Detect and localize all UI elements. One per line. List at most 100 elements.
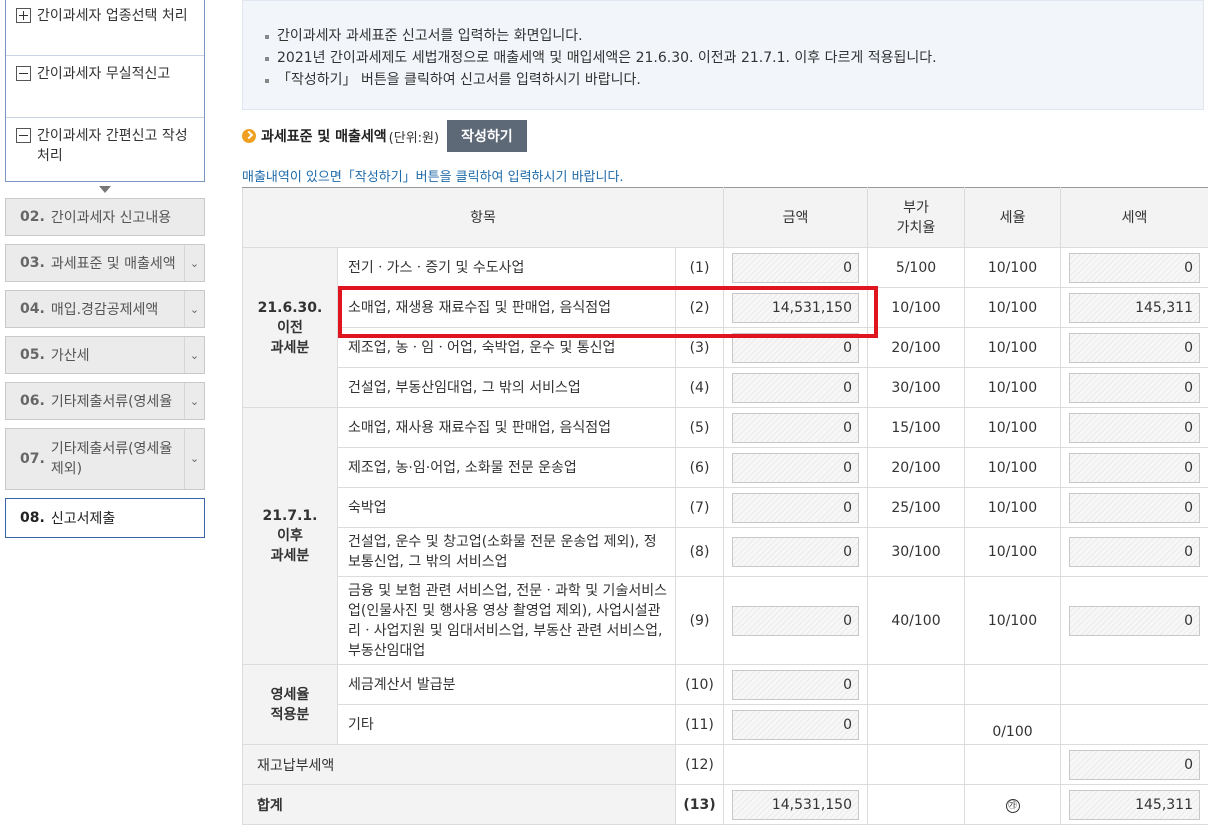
- sub-item-label: 간이과세자 무실적신고: [37, 66, 171, 82]
- row-number: (4): [675, 367, 724, 408]
- amount-input[interactable]: 0: [732, 709, 859, 740]
- table-row: 제조업, 농·임·어업, 소화물 전문 운송업 (6) 0 20/100 10/…: [243, 447, 1208, 488]
- row-number: (12): [675, 744, 724, 785]
- row-number: (10): [675, 664, 724, 705]
- inventory-row: 재고납부세액 (12) 0: [242, 744, 1208, 785]
- vat-rate: 5/100: [867, 247, 965, 288]
- step-04[interactable]: 04. 매입.경감공제세액 ⌄: [5, 290, 205, 328]
- step-number: 06.: [20, 393, 45, 409]
- vat-rate: 30/100: [867, 527, 965, 577]
- row-number: (9): [675, 576, 724, 665]
- tax-rate: 10/100: [964, 327, 1061, 368]
- step-number: 04.: [20, 301, 45, 317]
- collapse-minus-icon[interactable]: [16, 128, 31, 143]
- row-item: 기타: [337, 704, 676, 745]
- table-row: 21.7.1. 이후 과세분 소매업, 재사용 재료수집 및 판매업, 음식점업…: [242, 407, 1208, 665]
- step-number: 02.: [20, 209, 45, 225]
- tax-field[interactable]: 0: [1069, 252, 1200, 283]
- step-label: 매입.경감공제세액: [50, 302, 159, 318]
- notice-line: 「작성하기」 버튼을 클릭하여 신고서를 입력하시기 바랍니다.: [265, 69, 1203, 91]
- inventory-label: 재고납부세액: [242, 744, 676, 785]
- tax-field[interactable]: 0: [1069, 372, 1200, 403]
- table-row: 제조업, 농ㆍ임ㆍ어업, 숙박업, 운수 및 통신업 (3) 0 20/100 …: [243, 327, 1208, 368]
- amount-input[interactable]: 0: [732, 452, 859, 483]
- tax-rate: 10/100: [964, 367, 1061, 408]
- header-tax: 세액: [1060, 187, 1208, 248]
- chevron-down-icon[interactable]: ⌄: [184, 383, 204, 419]
- step-label: 기타제출서류(영세율: [50, 394, 173, 410]
- header-vat-rate: 부가 가치율: [867, 187, 965, 248]
- row-item: 건설업, 부동산임대업, 그 밖의 서비스업: [337, 367, 676, 408]
- step-number: 05.: [20, 347, 45, 363]
- tax-rate: 10/100: [964, 487, 1061, 528]
- sub-item-label: 간이과세자 간편신고 작성 처리: [37, 128, 188, 164]
- notice-box: 간이과세자 과세표준 신고서를 입력하는 화면입니다. 2021년 간이과세제도…: [242, 0, 1204, 110]
- table-row: 금융 및 보험 관련 서비스업, 전문ㆍ과학 및 기술서비스업(인물사진 및 행…: [243, 576, 1208, 665]
- tax-field[interactable]: 0: [1069, 332, 1200, 363]
- amount-input[interactable]: 0: [732, 605, 859, 636]
- amount-input[interactable]: 0: [732, 252, 859, 283]
- vat-rate: 10/100: [867, 287, 965, 328]
- sub-item-simple-report[interactable]: 간이과세자 간편신고 작성 처리: [6, 118, 204, 181]
- total-amount-field[interactable]: 14,531,150: [732, 789, 859, 820]
- collapse-minus-icon[interactable]: [16, 66, 31, 81]
- tax-field[interactable]: 145,311: [1069, 292, 1200, 323]
- sub-item-no-performance[interactable]: 간이과세자 무실적신고: [6, 56, 204, 118]
- row-item: 세금계산서 발급분: [337, 664, 676, 705]
- sidebar: 간이과세자 업종선택 처리 간이과세자 무실적신고 간이과세자 간편신고 작성 …: [5, 0, 205, 546]
- amount-input[interactable]: 14,531,150: [732, 292, 859, 323]
- step-number: 08.: [20, 510, 45, 526]
- total-label: 합계: [242, 784, 676, 825]
- chevron-down-icon[interactable]: ⌄: [184, 337, 204, 373]
- amount-input[interactable]: 0: [732, 537, 859, 567]
- step-label: 가산세: [50, 348, 90, 364]
- section-title: 과세표준 및 매출세액: [261, 129, 387, 145]
- step-05[interactable]: 05. 가산세 ⌄: [5, 336, 205, 374]
- tax-field[interactable]: 0: [1069, 537, 1200, 567]
- vat-rate: 20/100: [867, 447, 965, 488]
- step-03[interactable]: 03. 과세표준 및 매출세액 ⌄: [5, 244, 205, 282]
- notice-line: 간이과세자 과세표준 신고서를 입력하는 화면입니다.: [265, 25, 1203, 47]
- row-item: 제조업, 농ㆍ임ㆍ어업, 숙박업, 운수 및 통신업: [337, 327, 676, 368]
- vat-rate: 25/100: [867, 487, 965, 528]
- inventory-tax-field[interactable]: 0: [1069, 749, 1200, 780]
- step-02[interactable]: 02. 간이과세자 신고내용: [5, 198, 205, 236]
- amount-input[interactable]: 0: [732, 332, 859, 363]
- step-06[interactable]: 06. 기타제출서류(영세율 ⌄: [5, 382, 205, 420]
- group-after-label: 21.7.1. 이후 과세분: [242, 407, 338, 665]
- vat-rate: 40/100: [867, 576, 965, 665]
- table-row: 숙박업 (7) 0 25/100 10/100 0: [243, 487, 1208, 528]
- section-header: 과세표준 및 매출세액 (단위:원) 작성하기: [242, 120, 527, 152]
- row-number: (13): [675, 784, 724, 825]
- tax-field[interactable]: 0: [1069, 492, 1200, 523]
- row-number: (8): [675, 527, 724, 577]
- tax-field[interactable]: 0: [1069, 412, 1200, 443]
- step-label: 기타제출서류(영세율 제외): [50, 441, 173, 477]
- tax-rate: 10/100: [964, 407, 1061, 448]
- chevron-down-icon[interactable]: ⌄: [184, 291, 204, 327]
- amount-input[interactable]: 0: [732, 372, 859, 403]
- amount-input[interactable]: 0: [732, 492, 859, 523]
- row-item: 소매업, 재사용 재료수집 및 판매업, 음식점업: [337, 407, 676, 448]
- step-number: 07.: [20, 451, 45, 467]
- step-label: 간이과세자 신고내용: [50, 210, 172, 226]
- sub-item-business-type[interactable]: 간이과세자 업종선택 처리: [6, 0, 204, 56]
- vat-rate: 20/100: [867, 327, 965, 368]
- step-07[interactable]: 07. 기타제출서류(영세율 제외) ⌄: [5, 428, 205, 490]
- table-row: 영세율 적용분 세금계산서 발급분 (10) 0: [242, 664, 1208, 745]
- row-number: (1): [675, 247, 724, 288]
- step-08[interactable]: 08. 신고서제출: [5, 498, 205, 538]
- row-item: 숙박업: [337, 487, 676, 528]
- amount-input[interactable]: 0: [732, 669, 859, 700]
- total-tax-field[interactable]: 145,311: [1069, 789, 1200, 820]
- down-arrow-icon: [99, 186, 111, 193]
- row-number: (5): [675, 407, 724, 448]
- tax-field[interactable]: 0: [1069, 452, 1200, 483]
- expand-plus-icon[interactable]: [16, 8, 31, 23]
- amount-input[interactable]: 0: [732, 412, 859, 443]
- chevron-down-icon[interactable]: ⌄: [184, 429, 204, 489]
- tax-field[interactable]: 0: [1069, 605, 1200, 636]
- write-button[interactable]: 작성하기: [447, 120, 527, 152]
- step-label: 과세표준 및 매출세액: [50, 256, 176, 272]
- chevron-down-icon[interactable]: ⌄: [184, 245, 204, 281]
